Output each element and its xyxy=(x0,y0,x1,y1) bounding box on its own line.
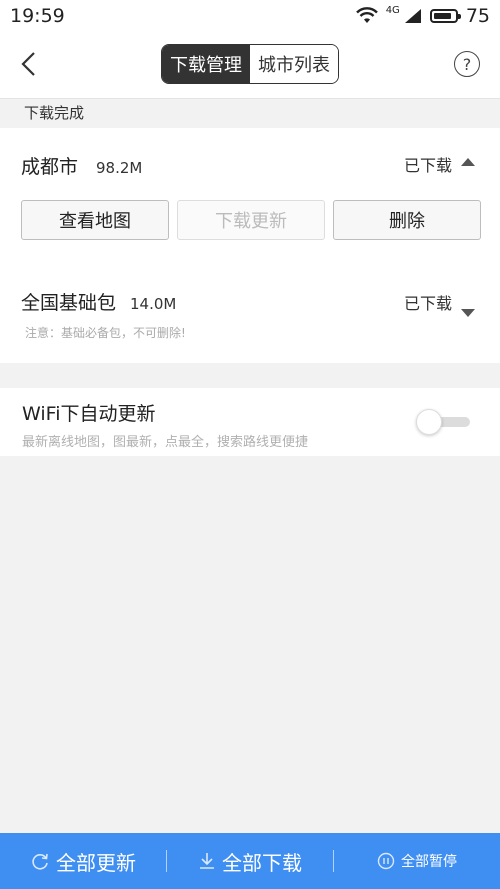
download-all-label: 全部下载 xyxy=(222,850,302,875)
package-note: 注意：基础必备包，不可删除! xyxy=(25,326,186,340)
download-update-button[interactable]: 下载更新 xyxy=(177,200,325,240)
battery-icon xyxy=(429,9,461,23)
update-all-label: 全部更新 xyxy=(56,850,136,875)
question-icon: ? xyxy=(462,54,472,74)
update-all-button[interactable]: 全部更新 xyxy=(0,847,166,876)
nav-bar: 下载管理 城市列表 ? xyxy=(0,32,500,99)
tab-download-manage[interactable]: 下载管理 xyxy=(162,45,250,83)
status-icons: 4G 75 xyxy=(355,4,490,27)
wifi-update-description: 最新离线地图，图最新，点最全，搜索路线更便捷 xyxy=(22,435,309,450)
tab-city-list[interactable]: 城市列表 xyxy=(250,45,338,83)
city-name: 成都市 xyxy=(21,156,79,178)
pause-icon xyxy=(377,852,395,870)
wifi-update-title: WiFi下自动更新 xyxy=(22,403,156,425)
download-icon xyxy=(200,853,214,869)
wifi-icon xyxy=(355,7,378,23)
pause-all-button[interactable]: 全部暂停 xyxy=(334,851,500,871)
delete-button[interactable]: 删除 xyxy=(333,200,481,240)
city-action-buttons: 查看地图 下载更新 删除 xyxy=(21,200,481,240)
toggle-knob xyxy=(416,409,442,435)
help-button[interactable]: ? xyxy=(454,51,480,77)
download-all-button[interactable]: 全部下载 xyxy=(167,847,333,876)
package-name: 全国基础包 xyxy=(21,292,117,314)
city-row[interactable]: 成都市 98.2M xyxy=(21,152,142,179)
refresh-icon xyxy=(32,853,48,870)
package-size: 14.0M xyxy=(130,295,177,313)
city-size: 98.2M xyxy=(96,159,143,177)
segment-tabs: 下载管理 城市列表 xyxy=(161,44,339,84)
pause-all-label: 全部暂停 xyxy=(401,854,457,870)
signal-icon xyxy=(404,9,421,23)
view-map-button[interactable]: 查看地图 xyxy=(21,200,169,240)
city-status: 已下载 xyxy=(403,156,452,175)
downloaded-card: 成都市 98.2M 已下载 查看地图 下载更新 删除 全国基础包 14.0M 已… xyxy=(0,128,500,363)
wifi-auto-update-row: WiFi下自动更新 最新离线地图，图最新，点最全，搜索路线更便捷 xyxy=(0,388,500,456)
base-package-row[interactable]: 全国基础包 14.0M xyxy=(21,288,176,315)
back-button[interactable] xyxy=(16,50,44,78)
network-type: 4G xyxy=(385,4,400,16)
status-bar: 19:59 4G 75 xyxy=(0,0,500,32)
section-header: 下载完成 xyxy=(0,99,500,128)
back-arrow-icon xyxy=(21,52,35,76)
bottom-action-bar: 全部更新 全部下载 全部暂停 xyxy=(0,833,500,889)
collapse-icon[interactable] xyxy=(461,158,475,166)
expand-icon[interactable] xyxy=(461,309,475,317)
status-time: 19:59 xyxy=(10,5,65,27)
package-status: 已下载 xyxy=(403,294,452,313)
battery-level: 75 xyxy=(465,5,490,27)
wifi-update-toggle[interactable] xyxy=(416,409,470,435)
